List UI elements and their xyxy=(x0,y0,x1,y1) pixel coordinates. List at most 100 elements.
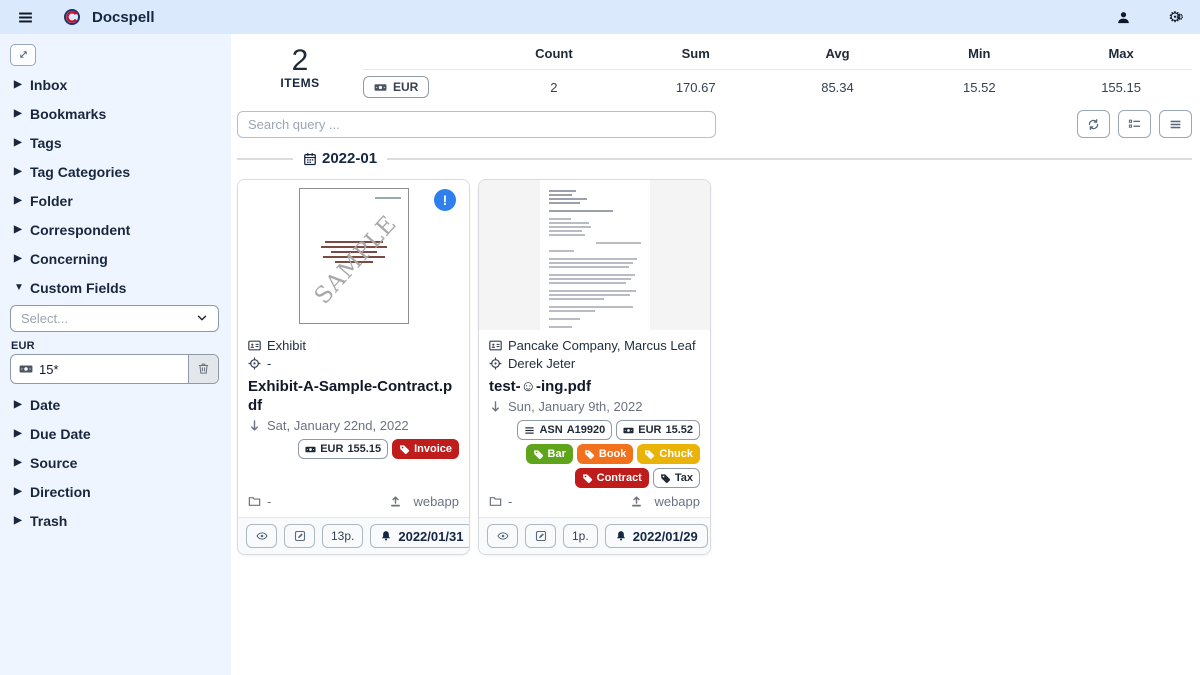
sidebar-item-tag-categories[interactable]: ▶Tag Categories xyxy=(0,157,231,186)
user-account-icon[interactable] xyxy=(1110,5,1136,29)
arrow-down-icon xyxy=(248,419,261,432)
money-icon xyxy=(305,444,316,455)
due-date-badge: 2022/01/29 xyxy=(605,524,708,548)
tag-label: Bar xyxy=(548,447,566,461)
calendar-icon xyxy=(303,152,317,166)
stats-value-avg: 85.34 xyxy=(767,70,909,98)
tag-badge-invoice[interactable]: Invoice xyxy=(392,439,459,459)
items-label: ITEMS xyxy=(237,76,363,90)
caret-right-icon: ▶ xyxy=(14,486,30,497)
list-view-button[interactable] xyxy=(1159,110,1192,138)
tag-icon xyxy=(660,473,671,484)
caret-right-icon: ▶ xyxy=(14,166,30,177)
tag-icon xyxy=(582,473,593,484)
edit-icon xyxy=(535,530,547,542)
edit-icon xyxy=(294,530,306,542)
sidebar-item-custom-fields[interactable]: ▼Custom Fields xyxy=(0,273,231,302)
refresh-icon xyxy=(1087,118,1100,131)
sidebar-item-label: Custom Fields xyxy=(30,280,126,296)
collapse-sidebar-button[interactable] xyxy=(10,44,36,66)
amount-badge: EUR155.15 xyxy=(298,439,388,459)
caret-right-icon: ▶ xyxy=(14,253,30,264)
tag-badge-contract[interactable]: Contract xyxy=(575,468,649,488)
sidebar-item-label: Concerning xyxy=(30,251,108,267)
asn-label: ASN xyxy=(539,423,562,437)
month-heading: 2022-01 xyxy=(303,150,377,167)
custom-field-select[interactable]: Select... xyxy=(10,305,219,332)
folder-icon xyxy=(489,495,502,508)
sidebar-item-concerning[interactable]: ▶Concerning xyxy=(0,244,231,273)
sidebar-item-trash[interactable]: ▶Trash xyxy=(0,506,231,535)
upload-icon xyxy=(630,495,643,508)
tag-label: Tax xyxy=(675,471,693,485)
stats-header-min: Min xyxy=(908,44,1050,70)
document-preview xyxy=(479,180,710,330)
preview-button[interactable] xyxy=(246,524,277,548)
sidebar-item-label: Bookmarks xyxy=(30,106,106,122)
remove-filter-button[interactable] xyxy=(188,355,218,383)
sidebar-item-folder[interactable]: ▶Folder xyxy=(0,186,231,215)
edit-button[interactable] xyxy=(525,524,556,548)
stats-corner-cell xyxy=(363,44,483,70)
caret-right-icon: ▶ xyxy=(14,457,30,468)
preview-button[interactable] xyxy=(487,524,518,548)
sidebar-item-correspondent[interactable]: ▶Correspondent xyxy=(0,215,231,244)
sidebar-item-label: Source xyxy=(30,455,77,471)
app-title: Docspell xyxy=(92,9,155,26)
tag-badge-bar[interactable]: Bar xyxy=(526,444,573,464)
tag-label: Chuck xyxy=(659,447,693,461)
folder-name: - xyxy=(508,494,512,509)
page-count-badge: 13p. xyxy=(322,524,363,548)
sidebar-item-inbox[interactable]: ▶Inbox xyxy=(0,70,231,99)
sidebar-item-label: Due Date xyxy=(30,426,91,442)
edit-button[interactable] xyxy=(284,524,315,548)
gears-settings-icon[interactable]: ⚙⚙ xyxy=(1160,5,1186,29)
custom-field-value-input[interactable] xyxy=(39,362,180,377)
page-count-badge: 1p. xyxy=(563,524,598,548)
item-card-exhibit[interactable]: SAMPLE ! Exhibit - Exhibit-A-Sample-Cont… xyxy=(237,179,470,555)
sidebar-item-label: Trash xyxy=(30,513,67,529)
tag-badge-chuck[interactable]: Chuck xyxy=(637,444,700,464)
badge-row: ASNA19920 EUR15.52 Bar Book Chuck Contra… xyxy=(489,420,700,488)
tag-badge-tax[interactable]: Tax xyxy=(653,468,700,488)
due-date: 2022/01/31 xyxy=(398,529,463,544)
address-card-icon xyxy=(248,339,261,352)
refresh-button[interactable] xyxy=(1077,110,1110,138)
source-name: webapp xyxy=(654,494,700,509)
sidebar-item-tags[interactable]: ▶Tags xyxy=(0,128,231,157)
search-input[interactable] xyxy=(237,111,716,138)
concerning-row: - xyxy=(248,355,459,372)
currency-badge-cell: EUR xyxy=(363,70,483,98)
sidebar-item-label: Tag Categories xyxy=(30,164,130,180)
sidebar-item-label: Folder xyxy=(30,193,73,209)
tag-icon xyxy=(584,449,595,460)
asn-value: A19920 xyxy=(567,423,606,437)
custom-field-name-label: EUR xyxy=(11,340,219,352)
sidebar-item-bookmarks[interactable]: ▶Bookmarks xyxy=(0,99,231,128)
sidebar-item-direction[interactable]: ▶Direction xyxy=(0,477,231,506)
currency-badge: EUR xyxy=(363,76,429,98)
caret-down-icon: ▼ xyxy=(14,282,30,293)
search-stats: 2 ITEMS Count Sum Avg Min Max EUR 2 170.… xyxy=(237,44,1192,98)
custom-field-filter-group xyxy=(10,354,219,384)
select-mode-button[interactable] xyxy=(1118,110,1151,138)
amount-currency: EUR xyxy=(638,423,661,437)
sidebar-item-source[interactable]: ▶Source xyxy=(0,448,231,477)
bell-icon xyxy=(615,530,627,542)
item-card-test-ing[interactable]: Pancake Company, Marcus Leaf Derek Jeter… xyxy=(478,179,711,555)
concerning-name: - xyxy=(267,355,271,372)
eye-icon xyxy=(256,530,268,542)
sidebar-item-due-date[interactable]: ▶Due Date xyxy=(0,419,231,448)
docspell-logo-icon xyxy=(64,9,80,25)
select-placeholder: Select... xyxy=(21,311,196,326)
tag-badge-book[interactable]: Book xyxy=(577,444,634,464)
sidebar-item-label: Tags xyxy=(30,135,62,151)
item-count-block: 2 ITEMS xyxy=(237,44,363,98)
tag-label: Contract xyxy=(597,471,642,485)
folder-name: - xyxy=(267,494,271,509)
sidebar-item-date[interactable]: ▶Date xyxy=(0,390,231,419)
caret-right-icon: ▶ xyxy=(14,108,30,119)
hamburger-menu-icon[interactable] xyxy=(14,6,36,28)
card-body: Pancake Company, Marcus Leaf Derek Jeter… xyxy=(479,330,710,517)
badge-row: EUR155.15 Invoice xyxy=(248,439,459,459)
